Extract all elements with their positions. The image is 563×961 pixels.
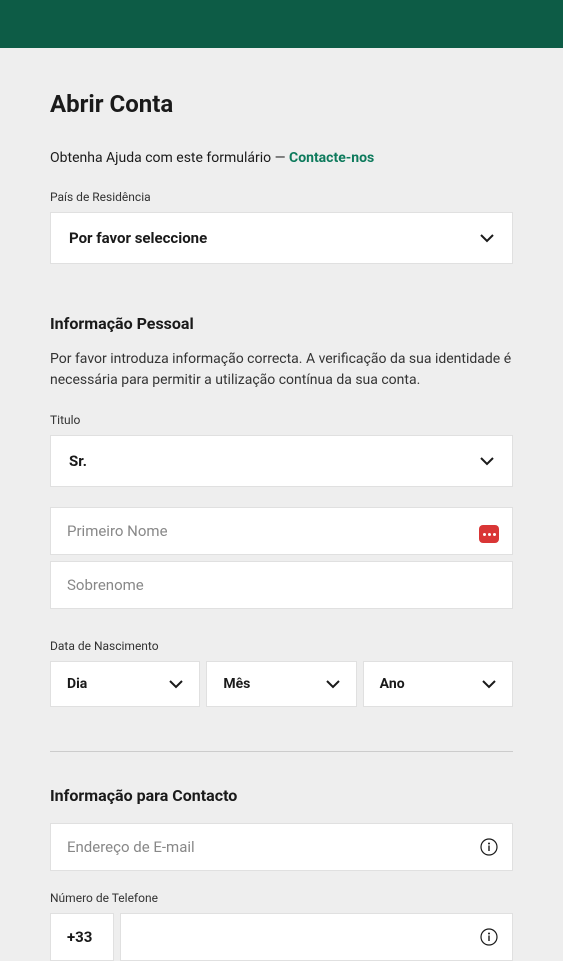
help-text: Obtenha Ajuda com este formulário — Cont… (50, 150, 513, 166)
chevron-down-icon (326, 677, 340, 691)
dob-day-value: Dia (67, 676, 87, 692)
dob-month-value: Mês (223, 676, 250, 692)
info-icon[interactable] (480, 838, 498, 856)
first-name-input[interactable] (50, 507, 513, 555)
title-select-value: Sr. (69, 452, 87, 470)
section-divider (50, 751, 513, 752)
email-input[interactable] (51, 824, 480, 870)
chevron-down-icon (480, 454, 494, 468)
personal-section: Informação Pessoal Por favor introduza i… (50, 314, 513, 707)
personal-section-desc: Por favor introduza informação correcta.… (50, 349, 513, 391)
personal-section-title: Informação Pessoal (50, 314, 513, 333)
dob-day-select[interactable]: Dia (50, 661, 200, 707)
last-name-input[interactable] (50, 561, 513, 609)
info-icon[interactable] (480, 928, 498, 946)
dob-month-select[interactable]: Mês (206, 661, 356, 707)
dob-label: Data de Nascimento (50, 639, 513, 653)
phone-label: Número de Telefone (50, 891, 513, 905)
autofill-icon[interactable] (479, 525, 499, 543)
contact-section-title: Informação para Contacto (50, 786, 513, 805)
dob-year-select[interactable]: Ano (363, 661, 513, 707)
form-content: Abrir Conta Obtenha Ajuda com este formu… (0, 90, 563, 961)
chevron-down-icon (480, 231, 494, 245)
country-code-select[interactable]: +33 (50, 913, 114, 961)
dob-year-value: Ano (380, 676, 405, 692)
app-header (0, 0, 563, 48)
page-title: Abrir Conta (50, 90, 513, 118)
title-label: Titulo (50, 413, 513, 427)
chevron-down-icon (169, 677, 183, 691)
chevron-down-icon (482, 677, 496, 691)
residence-select[interactable]: Por favor seleccione (50, 212, 513, 264)
phone-input[interactable] (121, 914, 480, 960)
help-prefix: Obtenha Ajuda com este formulário — (50, 150, 289, 166)
contact-section: Informação para Contacto Número de Telef… (50, 786, 513, 961)
contact-us-link[interactable]: Contacte-nos (289, 150, 374, 166)
residence-label: País de Residência (50, 190, 513, 204)
residence-select-value: Por favor seleccione (69, 229, 207, 247)
title-select[interactable]: Sr. (50, 435, 513, 487)
